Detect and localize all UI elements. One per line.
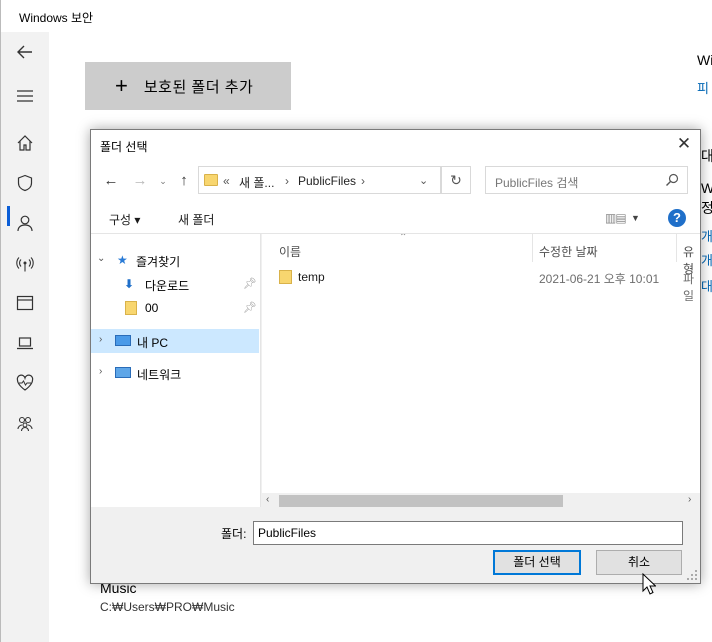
navigation-bar: ← → ⌄ ↑ « 새 폴... › PublicFiles › ⌄ ↻ Pub… — [91, 160, 700, 202]
address-bar[interactable]: « 새 폴... › PublicFiles › ⌄ — [198, 166, 441, 194]
resize-grip-icon[interactable] — [686, 569, 698, 581]
new-folder-button[interactable]: 새 폴더 — [178, 211, 214, 228]
pin-icon: 📌︎ — [243, 302, 257, 314]
dialog-title: 폴더 선택 — [100, 140, 148, 154]
health-heart-icon[interactable] — [15, 373, 35, 393]
close-icon[interactable]: ✕ — [676, 135, 692, 152]
star-icon: ★ — [117, 253, 128, 267]
pin-icon: 📌︎ — [243, 278, 257, 290]
collapsed-chevron-icon[interactable]: › — [99, 366, 102, 377]
plus-icon: + — [115, 73, 128, 98]
address-dropdown-chevron-icon[interactable]: ⌄ — [419, 174, 428, 187]
back-arrow-icon[interactable] — [15, 42, 35, 62]
right-edge-link[interactable]: 피 — [697, 78, 709, 97]
laptop-icon[interactable] — [15, 333, 35, 353]
view-options-icon[interactable]: ▥▤ — [605, 211, 627, 225]
right-edge-link[interactable]: 대 — [701, 276, 712, 295]
right-edge-text: Win — [697, 52, 712, 68]
expanded-chevron-icon[interactable]: ⌄ — [97, 253, 105, 264]
right-edge-link[interactable]: 개 — [701, 250, 712, 269]
folder-name-input[interactable] — [253, 521, 683, 545]
column-divider[interactable] — [532, 234, 533, 262]
family-icon[interactable] — [15, 413, 35, 433]
collapsed-chevron-icon[interactable]: › — [99, 334, 102, 345]
refresh-icon[interactable]: ↻ — [441, 166, 471, 194]
tree-item-this-pc[interactable]: › 내 PC — [91, 329, 259, 353]
breadcrumb-parent[interactable]: 새 폴... — [239, 174, 274, 191]
wireless-icon[interactable] — [15, 254, 35, 274]
column-header-name[interactable]: 이름 — [279, 243, 301, 260]
breadcrumb-separator[interactable]: › — [361, 174, 365, 188]
window-titlebar: Windows 보안 — [1, 0, 712, 32]
scrollbar-thumb[interactable] — [279, 495, 563, 507]
tree-item-folder-00[interactable]: 00 📌︎ — [91, 296, 259, 320]
active-indicator — [7, 206, 10, 226]
address-overflow[interactable]: « — [223, 174, 230, 188]
download-arrow-icon: ⬇ — [124, 277, 135, 291]
tree-item-network[interactable]: › 네트워크 — [91, 361, 259, 385]
column-divider[interactable] — [676, 234, 677, 262]
window-title: Windows 보안 — [19, 11, 94, 25]
mouse-cursor-icon — [642, 573, 656, 595]
tree-item-favorites[interactable]: ⌄ ★ 즐겨찾기 — [91, 248, 259, 272]
network-icon — [115, 367, 131, 378]
browser-window-icon[interactable] — [15, 293, 35, 313]
recent-locations-chevron-icon[interactable]: ⌄ — [155, 173, 171, 189]
folder-select-dialog: 폴더 선택 ✕ ← → ⌄ ↑ « 새 폴... › PublicFiles ›… — [90, 129, 701, 584]
back-arrow-icon[interactable]: ← — [103, 173, 119, 189]
folder-field-label: 폴더: — [221, 527, 247, 541]
command-toolbar: 구성 ▾ 새 폴더 ▥▤ ▼ ? — [91, 202, 700, 234]
file-date: 2021-06-21 오후 10:01 — [539, 272, 660, 286]
select-folder-button[interactable]: 폴더 선택 — [493, 550, 581, 575]
tree-item-label: 00 — [145, 301, 159, 315]
breadcrumb-current[interactable]: PublicFiles — [298, 174, 356, 188]
music-folder-path: C:₩Users₩PRO₩Music — [100, 600, 235, 614]
sort-ascending-icon: ⌃ — [399, 234, 408, 243]
add-folder-label: 보호된 폴더 추가 — [143, 78, 254, 96]
forward-arrow-icon[interactable]: → — [132, 173, 148, 189]
folder-icon — [125, 301, 137, 315]
breadcrumb-separator[interactable]: › — [285, 174, 289, 188]
person-icon[interactable] — [15, 213, 35, 233]
cancel-button[interactable]: 취소 — [596, 550, 682, 575]
dialog-titlebar: 폴더 선택 ✕ — [91, 130, 700, 160]
tree-item-label: 내 PC — [137, 336, 169, 350]
hamburger-menu-icon[interactable] — [15, 86, 35, 106]
dialog-footer: 폴더: 폴더 선택 취소 — [91, 507, 700, 583]
view-dropdown-icon[interactable]: ▼ — [631, 213, 640, 223]
tree-item-label: 다운로드 — [145, 279, 190, 293]
search-icon[interactable] — [665, 173, 679, 187]
file-row[interactable]: temp 2021-06-21 오후 10:01 파일 — [262, 265, 700, 303]
right-edge-link[interactable]: 개 — [701, 226, 712, 245]
up-arrow-icon[interactable]: ↑ — [176, 173, 192, 189]
file-name: temp — [298, 270, 325, 284]
tree-item-label: 즐겨찾기 — [136, 255, 181, 269]
horizontal-scrollbar[interactable]: ‹ › — [262, 493, 700, 507]
help-icon[interactable]: ? — [668, 209, 686, 227]
file-list-pane: ⌃ 이름 수정한 날짜 유형 temp 2021-06-21 오후 10:01 … — [262, 234, 700, 507]
shield-icon[interactable] — [15, 173, 35, 193]
right-edge-text: 대 — [701, 148, 712, 164]
folder-icon — [279, 270, 292, 284]
tree-item-downloads[interactable]: ⬇ 다운로드 📌︎ — [91, 272, 259, 296]
computer-icon — [115, 335, 131, 346]
file-type: 파일 — [683, 272, 695, 303]
home-icon[interactable] — [15, 133, 35, 153]
tree-item-label: 네트워크 — [137, 368, 182, 382]
search-placeholder: PublicFiles 검색 — [495, 176, 579, 190]
right-edge-text: Wi — [701, 180, 712, 196]
scroll-right-arrow-icon[interactable]: › — [688, 494, 691, 505]
scroll-left-arrow-icon[interactable]: ‹ — [266, 494, 269, 505]
search-input[interactable]: PublicFiles 검색 — [485, 166, 688, 194]
folder-icon — [204, 174, 218, 186]
column-header-date[interactable]: 수정한 날짜 — [539, 243, 598, 260]
sidebar — [1, 32, 49, 642]
right-edge-text: 정 — [701, 200, 712, 216]
organize-menu[interactable]: 구성 ▾ — [109, 211, 140, 228]
navigation-pane: ⌄ ★ 즐겨찾기 ⬇ 다운로드 📌︎ 00 📌︎ › 내 PC › 네트워크 — [91, 234, 261, 507]
add-protected-folder-button[interactable]: + 보호된 폴더 추가 — [85, 62, 291, 110]
